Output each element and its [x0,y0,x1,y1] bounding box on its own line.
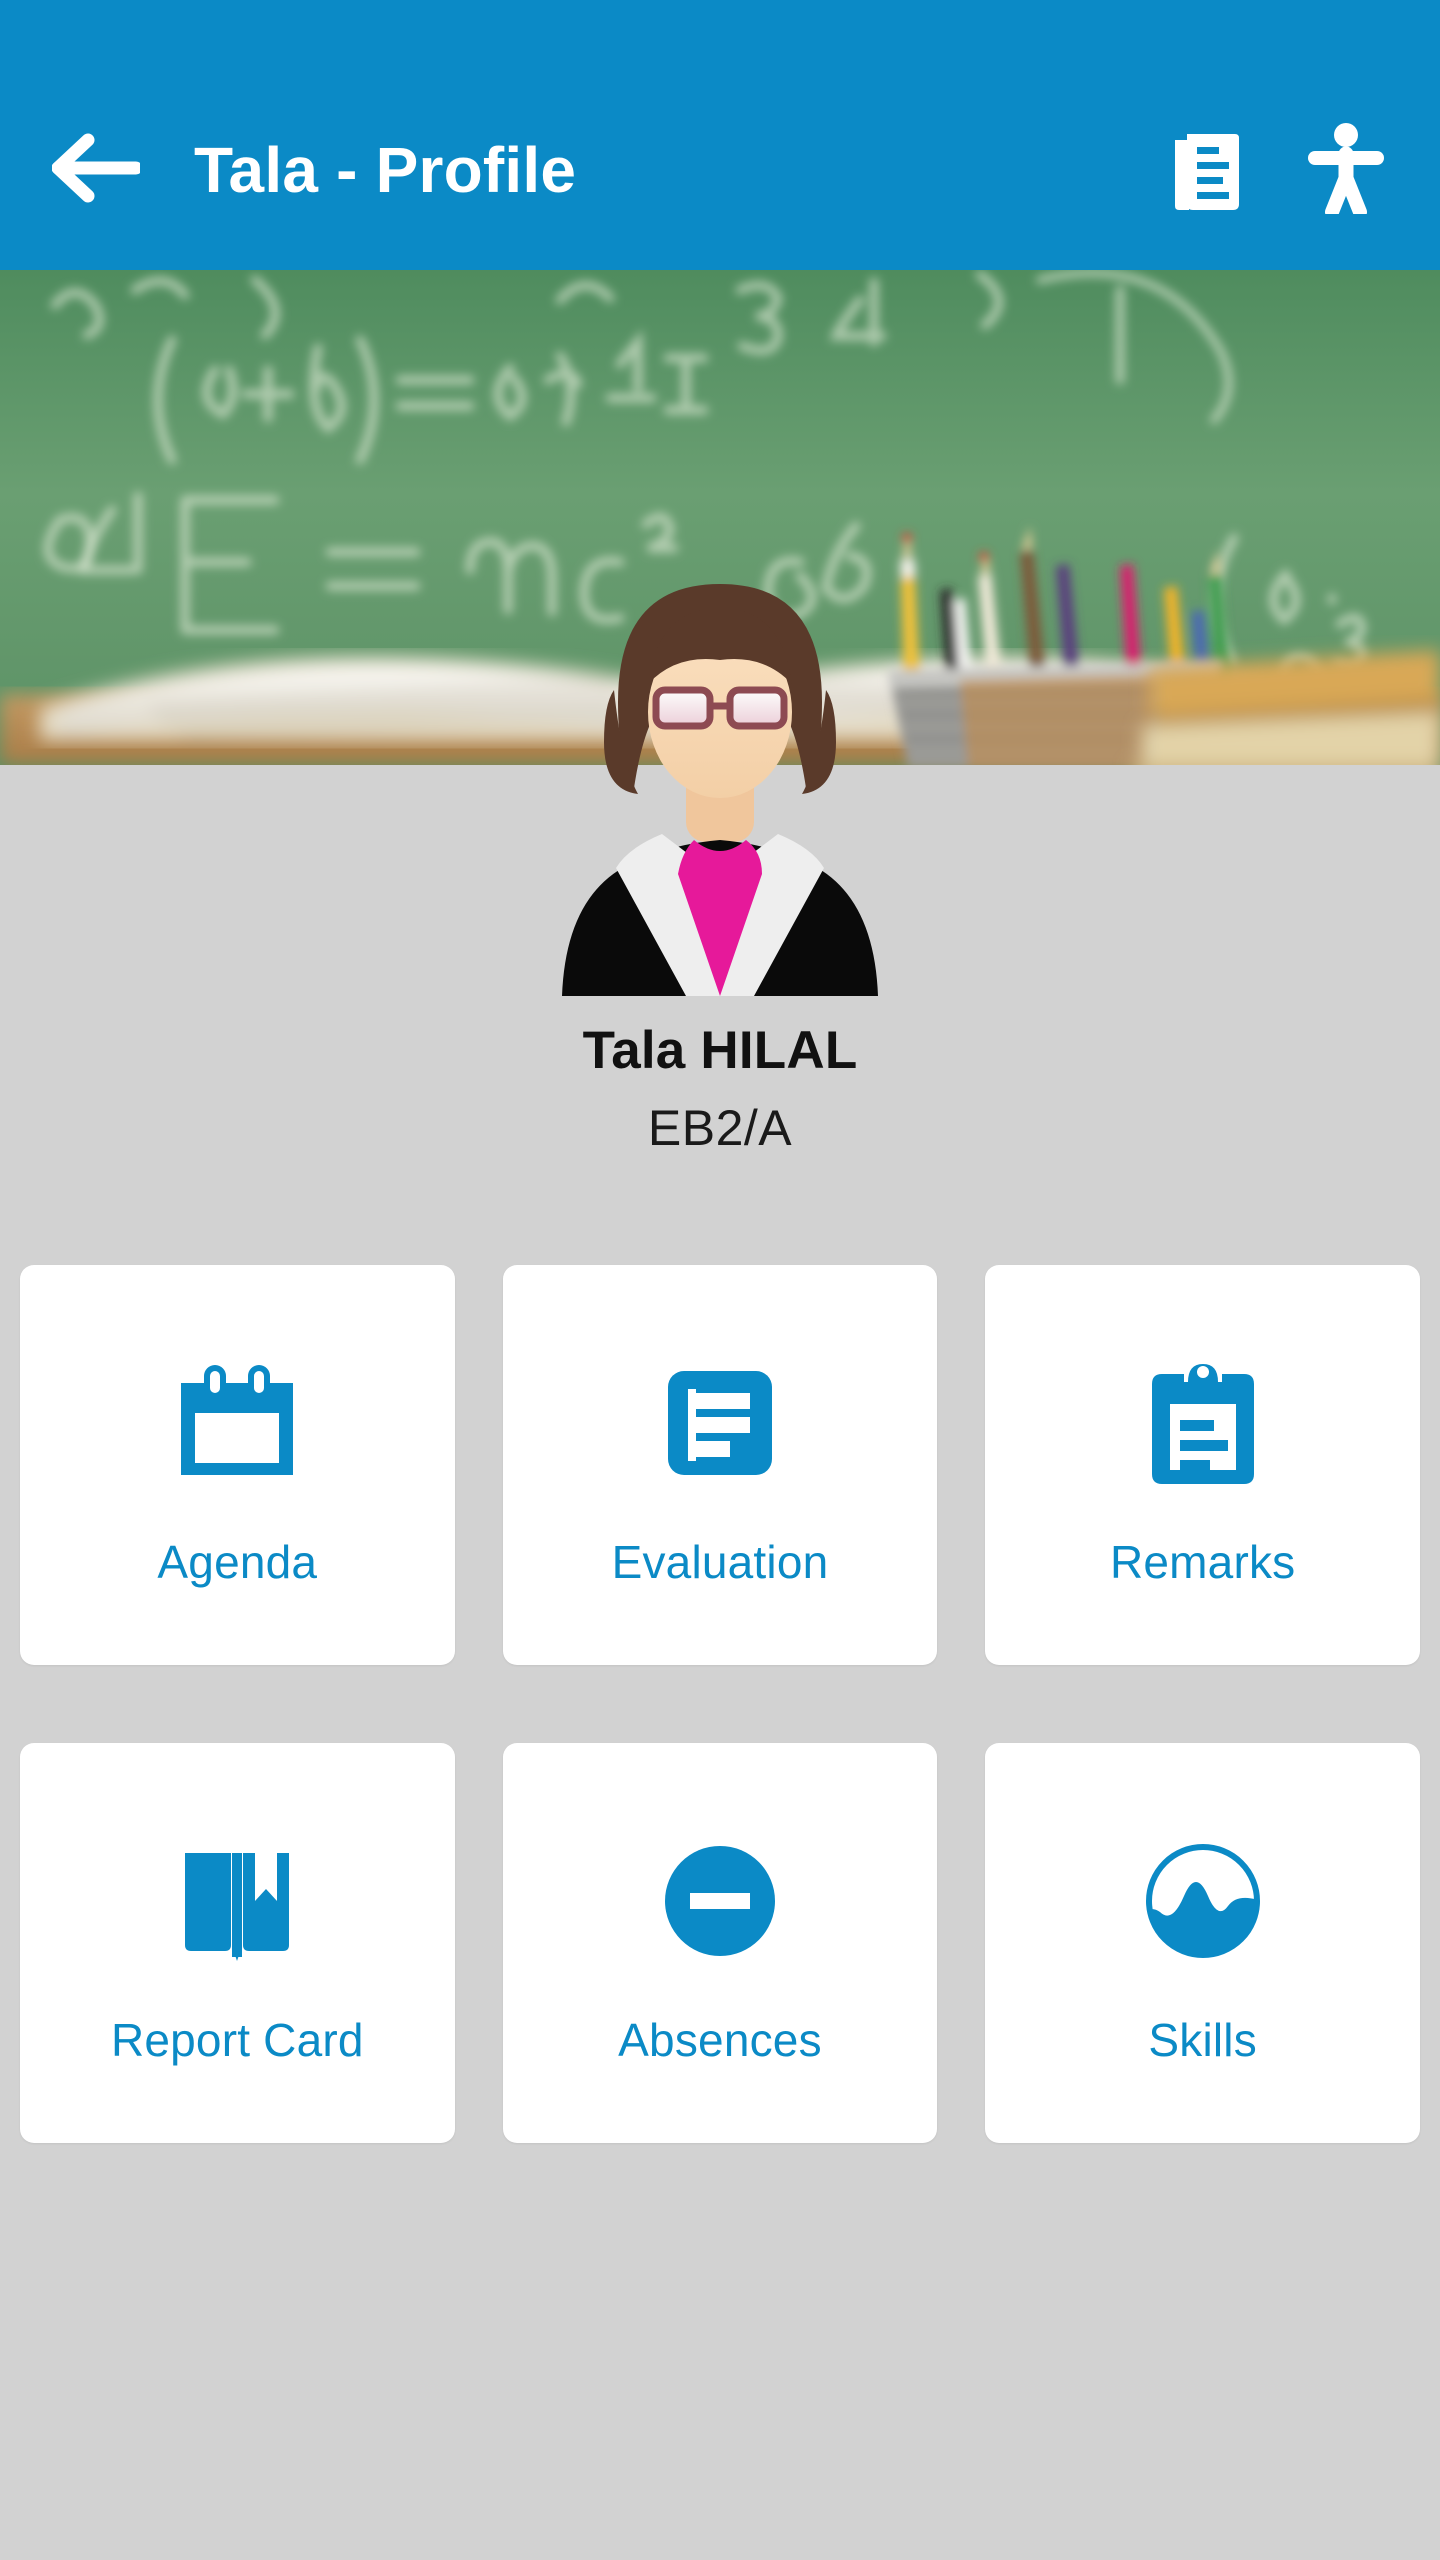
menu-tile-agenda[interactable]: Agenda [20,1265,455,1665]
menu-tile-label: Remarks [1109,1536,1296,1588]
menu-tile-evaluation[interactable]: Evaluation [502,1265,938,1665]
book-bookmark-icon [169,1833,305,1969]
arrow-left-icon [51,132,143,209]
document-lines-icon [652,1355,788,1491]
profile-identity: Tala HILAL EB2/A [0,1020,1440,1158]
menu-tile-label: Skills [1148,2014,1257,2066]
menu-tile-label: Report Card [110,2014,364,2066]
menu-tile-label: Evaluation [611,1536,829,1588]
menu-tile-label: Agenda [157,1536,318,1588]
minus-circle-icon [652,1833,788,1969]
news-button[interactable] [1158,122,1254,218]
profile-screen: Tala - Profile Tala HILAL EB2/A Agenda E… [0,0,1440,2560]
back-button[interactable] [44,118,148,222]
menu-tile-remarks[interactable]: Remarks [985,1265,1420,1665]
app-bar-actions [1158,122,1394,219]
profile-name: Tala HILAL [582,1021,858,1080]
menu-tile-absences[interactable]: Absences [502,1743,938,2143]
accessibility-person-icon [1304,122,1388,219]
profile-class: EB2/A [647,1099,793,1156]
menu-grid: Agenda Evaluation Remarks Report Card Ab… [20,1265,1420,2143]
menu-tile-skills[interactable]: Skills [985,1743,1420,2143]
app-bar: Tala - Profile [0,0,1440,270]
menu-tile-report-card[interactable]: Report Card [20,1743,455,2143]
menu-tile-label: Absences [618,2014,822,2066]
page-title: Tala - Profile [194,134,577,206]
classroom-banner-image [0,270,1440,765]
clipboard-icon [1135,1355,1271,1491]
news-document-icon [1165,124,1247,217]
wave-circle-icon [1135,1833,1271,1969]
calendar-icon [169,1355,305,1491]
accessibility-button[interactable] [1298,122,1394,219]
